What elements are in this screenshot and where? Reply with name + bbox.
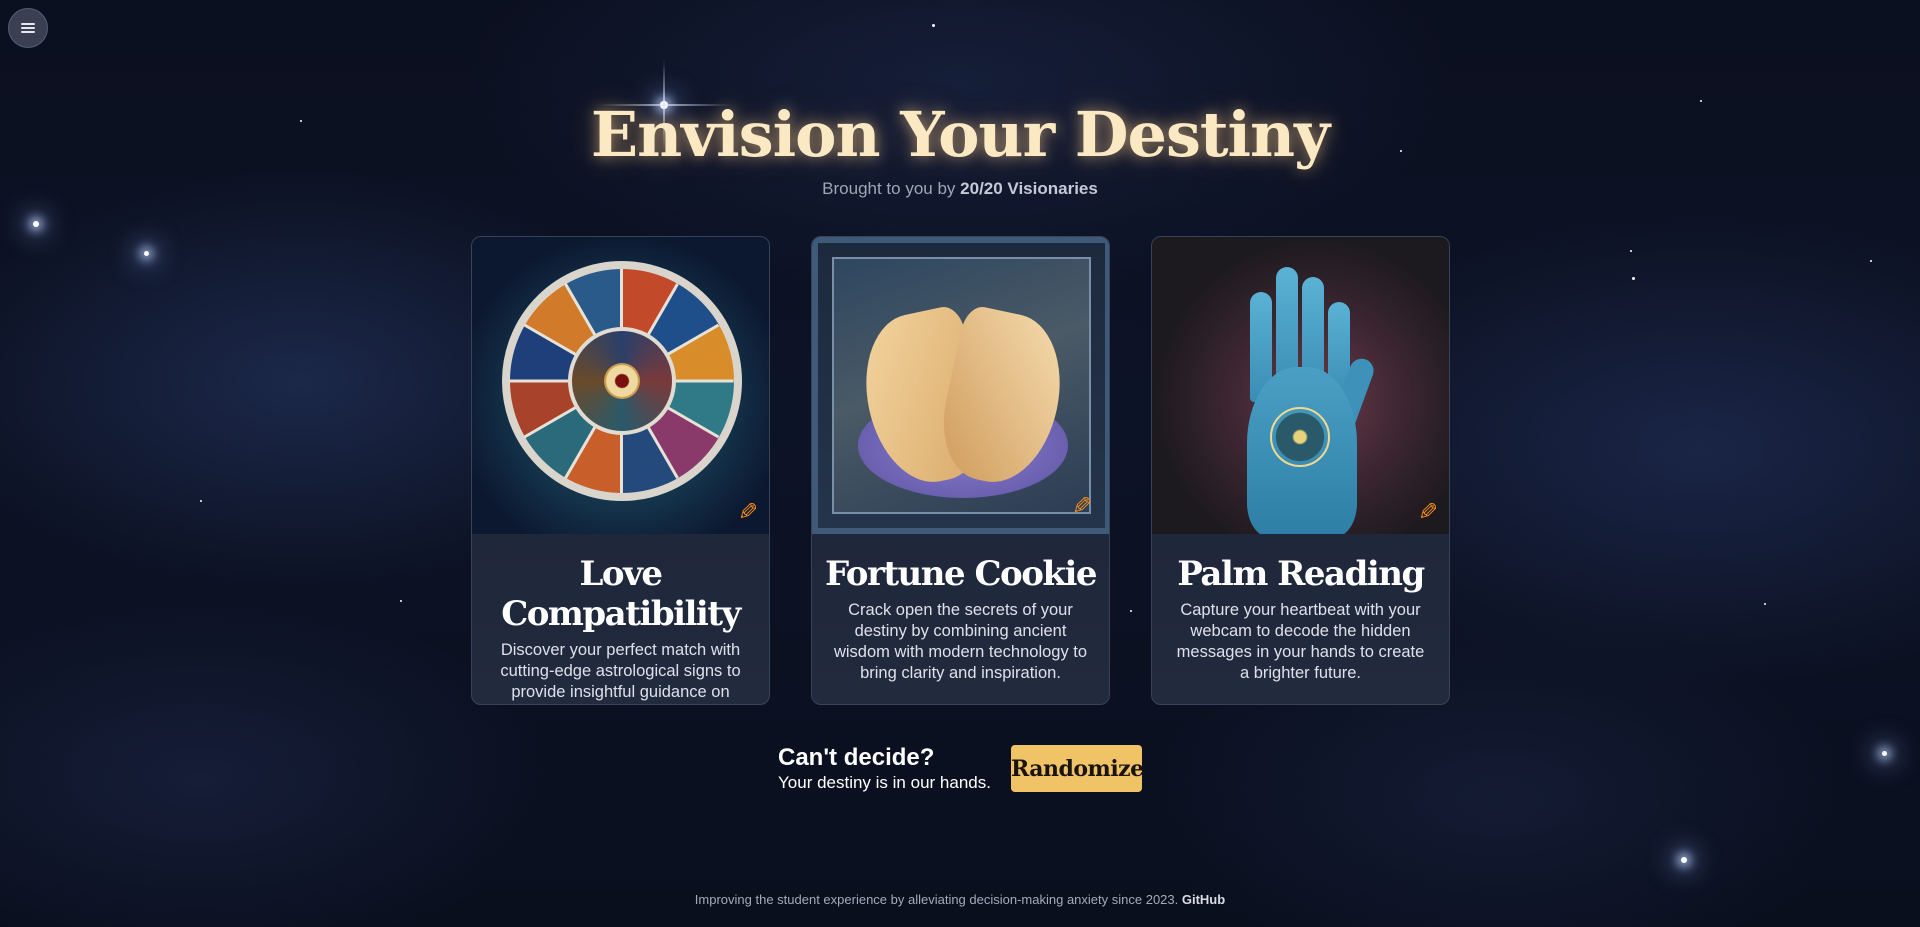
star: [1764, 603, 1766, 605]
page-title: Envision Your Destiny: [590, 98, 1330, 171]
feature-cards: ✎ Love Compatibility Discover your perfe…: [471, 236, 1450, 705]
randomize-button[interactable]: Randomize: [1010, 745, 1144, 792]
menu-button[interactable]: [8, 8, 48, 48]
palm-sigil: [1270, 407, 1330, 467]
star: [400, 600, 402, 602]
pencil-icon[interactable]: ✎: [1069, 493, 1095, 520]
github-link[interactable]: GitHub: [1182, 892, 1225, 907]
pencil-icon[interactable]: ✎: [1415, 499, 1441, 526]
palm-image: ✎: [1152, 237, 1449, 534]
subtitle-prefix: Brought to you by: [822, 179, 961, 198]
wheel-center: [604, 363, 640, 399]
star: [200, 500, 202, 502]
hamburger-icon: [21, 23, 35, 33]
star: [33, 221, 39, 227]
card-description: Crack open the secrets of your destiny b…: [833, 601, 1088, 682]
star: [1882, 751, 1887, 756]
footer: Improving the student experience by alle…: [0, 892, 1920, 907]
brand-name: 20/20 Visionaries: [960, 179, 1098, 198]
card-description: Discover your perfect match with cutting…: [500, 641, 741, 701]
card-title: Fortune Cookie: [824, 554, 1098, 594]
zodiac-wheel: [502, 261, 742, 501]
subtitle: Brought to you by 20/20 Visionaries: [0, 179, 1920, 199]
cta-text: Can't decide? Your destiny is in our han…: [778, 744, 991, 793]
star: [1870, 260, 1872, 262]
footer-text: Improving the student experience by alle…: [694, 892, 1182, 907]
hero: Envision Your Destiny Brought to you by …: [0, 98, 1920, 199]
card-love-compatibility[interactable]: ✎ Love Compatibility Discover your perfe…: [471, 236, 770, 705]
star: [1632, 277, 1635, 280]
card-palm-reading[interactable]: ✎ Palm Reading Capture your heartbeat wi…: [1151, 236, 1450, 705]
pencil-icon[interactable]: ✎: [735, 499, 761, 526]
star: [1630, 250, 1632, 252]
card-title: Love Compatibility: [501, 554, 741, 634]
cta-heading: Can't decide?: [778, 744, 935, 771]
star: [1681, 857, 1687, 863]
fortune-cookie-image: ✎: [812, 237, 1109, 534]
zodiac-wheel-image: ✎: [472, 237, 769, 534]
star: [144, 251, 149, 256]
card-fortune-cookie[interactable]: ✎ Fortune Cookie Crack open the secrets …: [811, 236, 1110, 705]
cta-subtext: Your destiny is in our hands.: [778, 773, 991, 792]
randomize-section: Can't decide? Your destiny is in our han…: [778, 744, 1144, 793]
card-description: Capture your heartbeat with your webcam …: [1176, 601, 1425, 682]
star: [932, 24, 935, 27]
card-title: Palm Reading: [1177, 554, 1425, 594]
